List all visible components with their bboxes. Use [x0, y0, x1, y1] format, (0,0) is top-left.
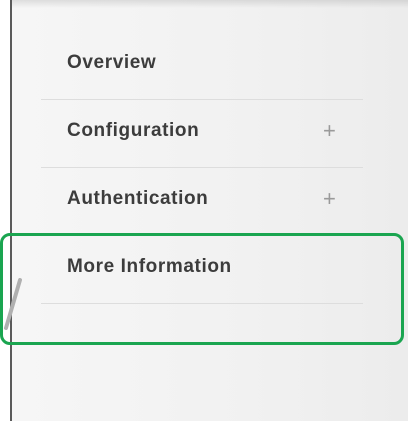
expand-plus-icon[interactable]: +: [323, 120, 336, 142]
sidebar-menu: Overview Configuration + Authentication …: [41, 32, 363, 304]
sidebar-item-configuration[interactable]: Configuration +: [41, 100, 363, 168]
expand-plus-icon[interactable]: +: [323, 188, 336, 210]
sidebar-item-label: Configuration: [67, 120, 200, 141]
sidebar-item-overview[interactable]: Overview: [41, 32, 363, 100]
screenshot-stage: Overview Configuration + Authentication …: [0, 0, 408, 421]
sidebar-item-authentication[interactable]: Authentication +: [41, 168, 363, 236]
sidebar-item-label: More Information: [67, 256, 232, 277]
panel-top-shadow: [12, 0, 408, 8]
sidebar-item-label: Overview: [67, 52, 157, 73]
sidebar-item-more-information[interactable]: More Information: [41, 236, 363, 304]
sidebar-item-label: Authentication: [67, 188, 209, 209]
